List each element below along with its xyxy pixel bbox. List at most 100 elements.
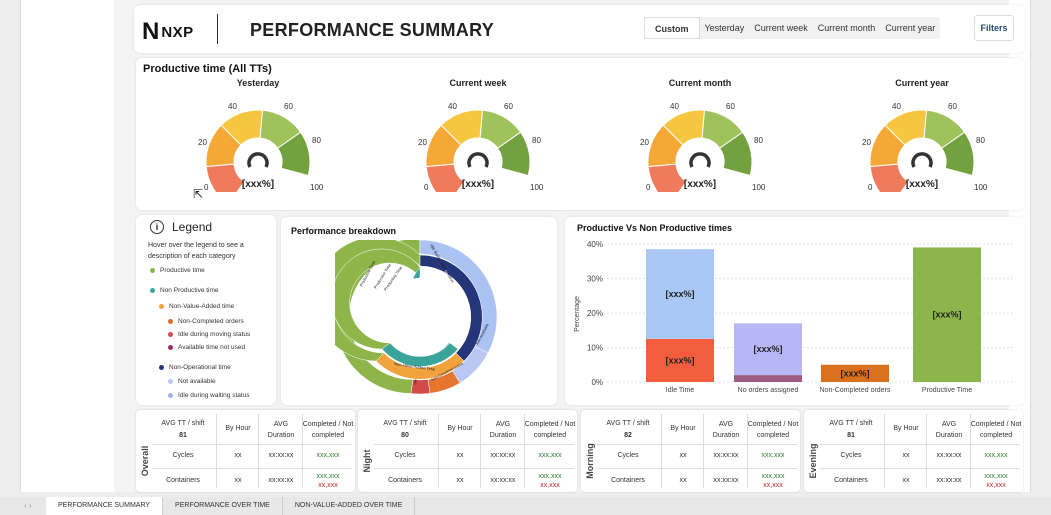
tab-nav-arrows[interactable]: ‹ › [0,497,46,515]
row-duration: xx:xx:xx [936,452,962,459]
avg-duration-header: AVG Duration [712,421,740,439]
gauge-dial [425,109,531,192]
row-label: Containers [388,477,422,484]
shift-table-morning: Morning AVG TT / shift 82 By Hour AVG Durati… [581,410,800,492]
row-hour: xx [902,452,910,459]
gauge-tick-label: 80 [532,136,541,145]
legend-dot-icon [150,268,155,273]
gauge-tick-label: 80 [754,136,763,145]
table-divider [216,414,217,488]
gauge-tick-label: 80 [976,136,985,145]
avg-tt-value: 80 [401,432,409,439]
legend-item-not-available[interactable]: Not available [168,378,216,385]
by-hour-header: By Hour [447,425,473,432]
legend-item-label: Idle during waiting status [178,392,250,399]
row-label: Containers [834,477,868,484]
legend-item-label: Not available [178,378,216,385]
completed-header: Completed / Not completed [747,421,799,439]
tab-performance-summary[interactable]: PERFORMANCE SUMMARY [46,497,164,515]
table-divider [926,414,927,488]
logo-mark: N [142,18,159,45]
row-label: Cycles [172,452,194,459]
gauge-needle-hub [467,152,489,168]
legend-item-label: Non-Completed orders [178,318,244,325]
table-row-divider [820,444,1020,445]
y-tick-label: 30% [587,275,603,284]
filters-button[interactable]: Filters [974,15,1014,41]
legend-item-available-time-not-used[interactable]: Available time not used [168,344,245,351]
legend-item-idle-during-moving-status[interactable]: Idle during moving status [168,331,250,338]
table-row-divider [152,468,352,469]
legend-item-productive-time[interactable]: Productive time [150,267,205,274]
legend-title: Legend [172,220,213,234]
tab-performance-over-time[interactable]: PERFORMANCE OVER TIME [163,497,283,515]
by-hour-header: By Hour [893,425,919,432]
legend-dot-icon [168,319,173,324]
gauge-tick-label: 40 [670,102,679,111]
gauge-yesterday: Yesterday 0 20 40 60 80 100 [xxx%] [158,78,358,218]
period-current-week[interactable]: Current week [749,17,813,39]
shift-table-overall: Overall AVG TT / shift 81 By Hour AVG Durati… [136,410,355,492]
gauge-tick-label: 60 [284,102,293,111]
shift-table-night: Night AVG TT / shift 80 By Hour AVG Duration… [358,410,577,492]
shift-name: Evening [808,443,818,479]
shift-side-label: Morning [583,438,597,490]
legend-item-non-operational-time[interactable]: Non-Operational time [159,364,231,371]
row-completed: xxx,xxx [316,473,340,480]
table-divider [884,414,885,488]
y-axis-label: Percentage [574,296,581,332]
tab-non-value-added-over-time[interactable]: NON-VALUE-ADDED OVER TIME [283,497,416,515]
table-row-divider [374,468,574,469]
period-custom[interactable]: Custom [644,17,700,39]
row-hour: xx [234,477,242,484]
nxp-logo: N NXP [142,18,194,46]
period-yesterday[interactable]: Yesterday [700,17,750,39]
row-label: Containers [611,477,645,484]
bar-value-label: [xxx%] [665,355,694,365]
shift-side-label: Evening [806,438,820,490]
period-current-month[interactable]: Current month [813,17,881,39]
row-duration: xx:xx:xx [490,452,516,459]
x-tick-label: Non-Completed orders [820,387,891,394]
row-not-completed: xx,xxx [763,482,783,489]
legend-dot-icon [168,379,173,384]
legend-dot-icon [168,345,173,350]
x-tick-label: Idle Time [666,387,695,394]
legend-dot-icon [150,288,155,293]
completed-header: Completed / Not completed [302,421,354,439]
table-row-divider [374,444,574,445]
gauge-title: Current month [668,78,732,88]
row-completed: xxx,xxx [761,473,785,480]
gauge-value: [xxx%] [905,179,939,190]
gauge-current-year: Current year 0 20 40 60 80 100 [xxx%] [822,78,1022,218]
gauge-needle-hub [247,152,269,168]
row-duration: xx:xx:xx [713,477,739,484]
gauge-dial [647,109,753,192]
legend-item-idle-during-waiting-status[interactable]: Idle during waiting status [168,392,250,399]
gauge-tick-label: 60 [504,102,513,111]
bar-value-label: [xxx%] [840,368,869,378]
shift-side-label: Night [360,438,374,490]
header-divider [217,14,218,44]
info-icon[interactable]: i [150,220,164,234]
row-duration: xx:xx:xx [268,452,294,459]
gauge-value: [xxx%] [461,179,495,190]
sunburst-chart: Productive Time Productive Time Producti… [335,240,498,395]
avg-tt-header: AVG TT / shift [606,420,650,427]
table-divider [302,414,303,488]
y-tick-label: 40% [587,240,603,249]
row-hour: xx [234,452,242,459]
x-tick-label: Productive Time [922,387,972,394]
legend-item-label: Available time not used [178,344,246,351]
legend-item-non-completed-orders[interactable]: Non-Completed orders [168,318,244,325]
gauge-current-month: Current month 0 20 40 60 80 100 [xxx%] [600,78,800,218]
legend-item-non-productive-time[interactable]: Non Productive time [150,287,219,294]
period-selector: Custom Yesterday Current week Current mo… [644,17,941,39]
period-current-year[interactable]: Current year [880,17,940,39]
page-tabs: ‹ › PERFORMANCE SUMMARY PERFORMANCE OVER… [0,497,1051,515]
by-hour-header: By Hour [670,425,696,432]
table-divider [970,414,971,488]
gauge-title: Current week [449,78,507,88]
row-completed: xxx,xxx [984,473,1008,480]
legend-item-non-value-added-time[interactable]: Non-Value-Added time [159,303,234,310]
